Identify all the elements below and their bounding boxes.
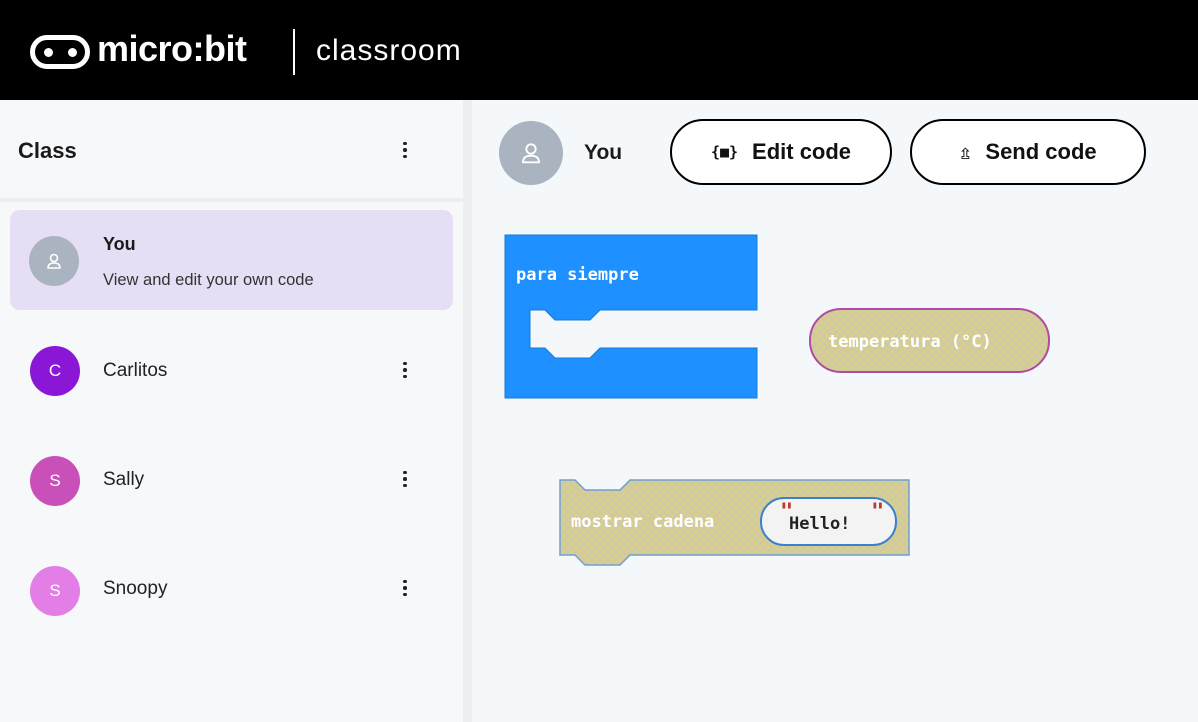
forever-block[interactable]: para siempre <box>504 234 758 399</box>
blocks-workspace: para siempre temperatura (°C) mostrar ca… <box>504 234 1050 566</box>
show-string-block-label: mostrar cadena <box>571 512 714 532</box>
temperature-block[interactable]: temperatura (°C) <box>809 308 1050 373</box>
forever-block-label: para siempre <box>516 265 639 285</box>
temperature-block-label: temperatura (°C) <box>828 332 992 352</box>
string-value: Hello! <box>789 514 850 534</box>
svg-text:": " <box>871 500 884 525</box>
show-string-block[interactable]: mostrar cadena " Hello! " <box>559 479 910 566</box>
